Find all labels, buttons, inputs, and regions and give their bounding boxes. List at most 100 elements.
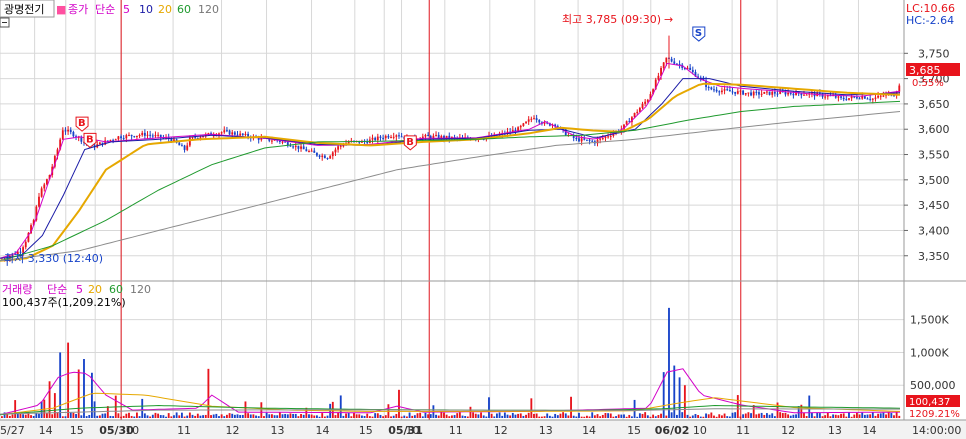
volume-bar-up bbox=[289, 413, 292, 418]
volume-bar-up bbox=[641, 413, 644, 418]
candle-up bbox=[231, 132, 234, 135]
volume-bar-down bbox=[109, 415, 112, 418]
chart-background bbox=[0, 0, 966, 439]
volume-bar-down bbox=[866, 414, 869, 418]
volume-bar-down bbox=[249, 414, 252, 418]
candle-up bbox=[334, 149, 337, 153]
volume-bar-up bbox=[787, 414, 790, 418]
volume-bar-up bbox=[784, 412, 787, 418]
volume-bar-up bbox=[755, 414, 758, 418]
volume-bar-up bbox=[609, 413, 612, 418]
volume-bar-up bbox=[321, 413, 324, 418]
candle-down bbox=[800, 93, 803, 96]
volume-bar-up bbox=[350, 416, 353, 418]
candle-up bbox=[125, 135, 128, 139]
volume-bar-down bbox=[143, 413, 146, 418]
volume-bar-up bbox=[604, 413, 607, 418]
volume-bar-up bbox=[588, 416, 591, 418]
candle-down bbox=[305, 149, 308, 152]
candle-up bbox=[331, 152, 334, 157]
candle-down bbox=[181, 145, 183, 147]
volume-bar-up bbox=[178, 415, 181, 418]
candle-down bbox=[228, 130, 231, 135]
hour-tick-label: 12 bbox=[781, 424, 795, 437]
volume-bar-down bbox=[318, 416, 321, 418]
volume-bar-down bbox=[795, 414, 797, 418]
volume-bar-down bbox=[681, 412, 684, 418]
candle-down bbox=[591, 140, 594, 142]
volume-bar-up bbox=[355, 414, 358, 418]
session-date-label: 5/27 bbox=[0, 424, 25, 437]
chart-canvas[interactable]: BB BS 3,3503,4003,4503,5003,5503,6003,650… bbox=[0, 0, 966, 439]
candle-down bbox=[133, 136, 136, 138]
candle-down bbox=[673, 61, 676, 64]
volume-bar-up bbox=[128, 412, 130, 418]
candle-down bbox=[289, 145, 292, 147]
volume-bar-down bbox=[424, 412, 427, 418]
candle-up bbox=[527, 119, 530, 122]
volume-bar-down bbox=[85, 416, 88, 418]
candle-up bbox=[395, 135, 398, 137]
candle-up bbox=[771, 91, 774, 95]
candle-down bbox=[845, 99, 848, 101]
candle-down bbox=[538, 119, 541, 123]
volume-bar-up bbox=[411, 415, 414, 418]
price-tick-label: 3,550 bbox=[918, 149, 950, 162]
current-volume-label: 100,437 bbox=[909, 397, 950, 408]
volume-bar-down bbox=[233, 414, 236, 418]
volume-bar-down bbox=[294, 413, 297, 418]
volume-bar-down bbox=[792, 414, 795, 418]
volume-bar-up bbox=[77, 369, 80, 418]
volume-bar-down bbox=[292, 413, 295, 418]
volume-bar-up bbox=[840, 413, 842, 418]
volume-bar-up bbox=[466, 416, 469, 418]
candle-up bbox=[848, 98, 850, 100]
hour-tick-label: 10 bbox=[125, 424, 139, 437]
candle-down bbox=[170, 139, 173, 142]
volume-bar-up bbox=[24, 414, 27, 418]
candle-up bbox=[188, 137, 191, 146]
candle-up bbox=[609, 135, 612, 137]
volume-bar-down bbox=[879, 413, 882, 418]
candle-up bbox=[837, 96, 840, 98]
volume-bar-up bbox=[125, 413, 128, 418]
volume-bar-down bbox=[392, 415, 395, 418]
volume-bar-down bbox=[676, 414, 678, 418]
volume-bar-up bbox=[781, 413, 784, 418]
volume-bar-down bbox=[654, 416, 657, 418]
high-arrow-icon: → bbox=[664, 13, 673, 26]
candle-down bbox=[398, 135, 400, 137]
volume-bar-up bbox=[570, 396, 572, 418]
volume-bar-up bbox=[541, 416, 543, 418]
candle-up bbox=[662, 62, 665, 68]
volume-bar-down bbox=[212, 414, 215, 418]
volume-bar-up bbox=[535, 413, 538, 418]
candle-down bbox=[323, 155, 326, 159]
candle-up bbox=[824, 96, 827, 98]
candle-up bbox=[850, 96, 853, 99]
volume-bar-down bbox=[112, 416, 115, 418]
candle-down bbox=[715, 89, 718, 92]
volume-bar-up bbox=[593, 415, 596, 418]
volume-bar-up bbox=[474, 413, 477, 418]
volume-bar-down bbox=[694, 413, 697, 418]
volume-bar-up bbox=[665, 415, 668, 418]
candle-up bbox=[220, 132, 223, 134]
price-tick-label: 3,750 bbox=[918, 47, 950, 60]
volume-bar-down bbox=[556, 415, 559, 418]
volume-bar-up bbox=[779, 412, 782, 418]
volume-bar-down bbox=[699, 416, 702, 418]
hour-tick-label: 10 bbox=[406, 424, 420, 437]
candle-up bbox=[861, 96, 864, 99]
volume-bar-down bbox=[496, 413, 498, 418]
candle-up bbox=[157, 134, 160, 136]
candle-down bbox=[130, 134, 133, 137]
volume-bar-up bbox=[46, 413, 48, 418]
candle-down bbox=[183, 145, 186, 150]
volume-tick-label: 500,000 bbox=[910, 379, 956, 392]
volume-bar-down bbox=[403, 415, 406, 418]
candle-up bbox=[882, 95, 885, 97]
volume-legend-prefix: 거래량 bbox=[2, 283, 32, 296]
volume-bar-down bbox=[35, 413, 38, 418]
volume-bar-up bbox=[829, 416, 832, 418]
